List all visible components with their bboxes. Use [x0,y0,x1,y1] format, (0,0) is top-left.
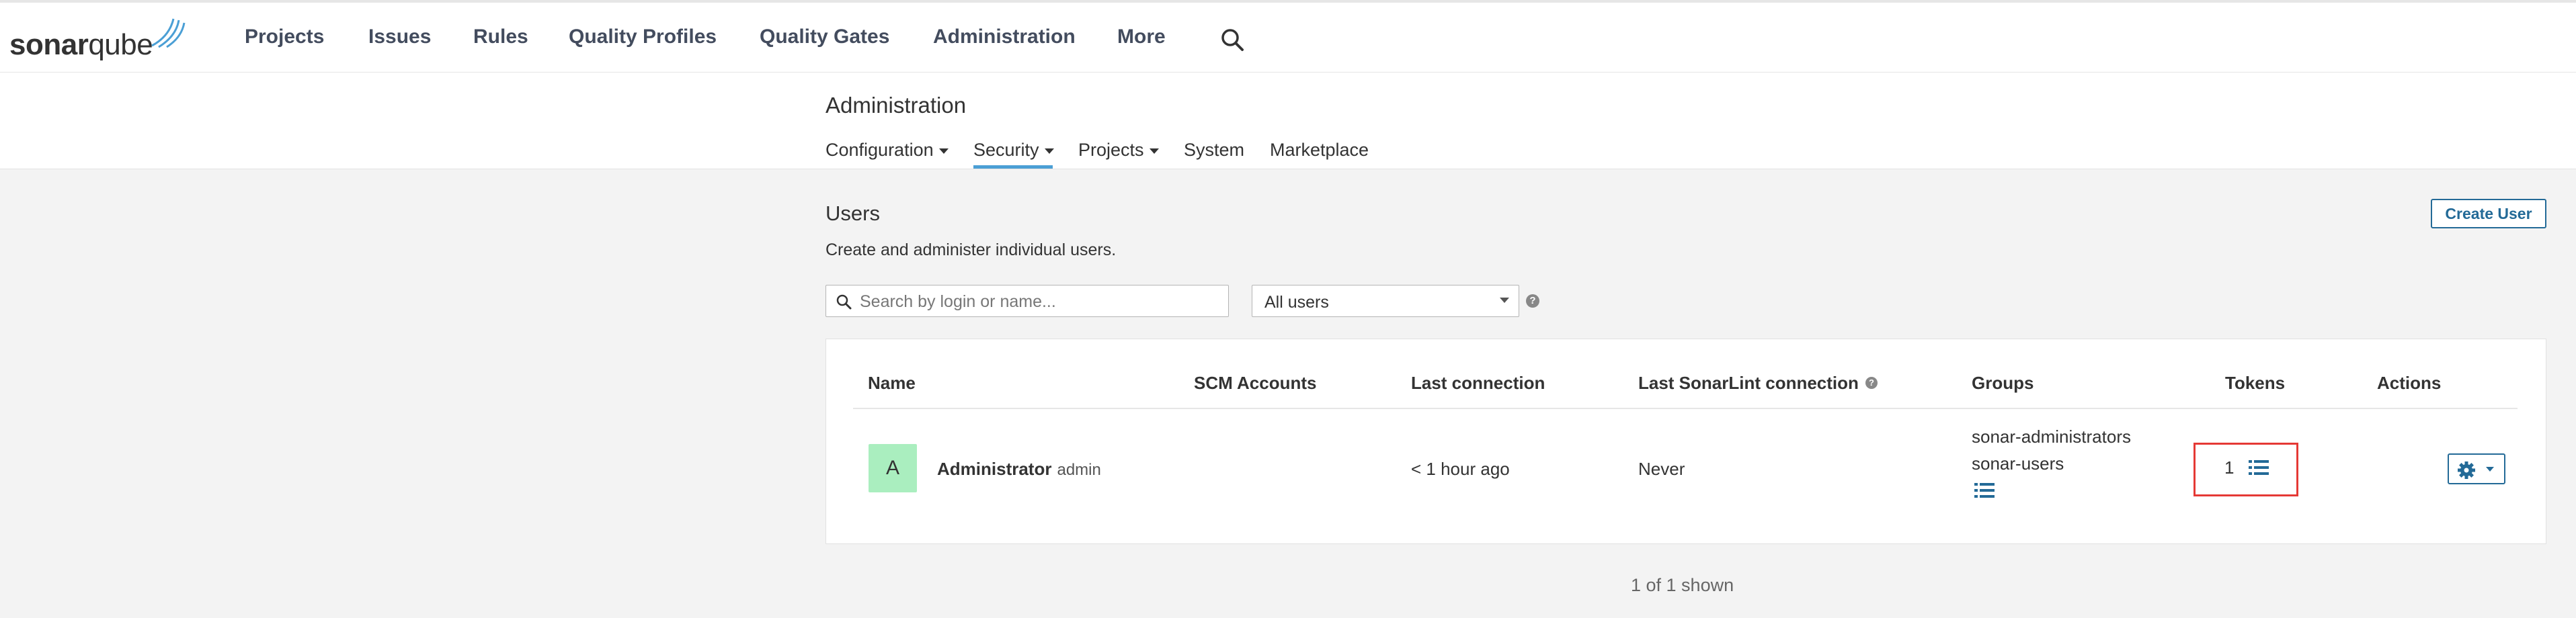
nav-administration[interactable]: Administration [933,26,1076,48]
chevron-down-icon [1500,298,1509,303]
column-header-last-sonarlint: Last SonarLint connection [1638,373,1859,393]
tab-configuration[interactable]: Configuration [826,140,949,161]
column-header-name: Name [868,373,916,393]
nav-more[interactable]: More [1117,26,1166,48]
sonarqube-logo[interactable]: sonarqube [9,16,186,61]
column-header-groups: Groups [1972,373,2034,393]
group-item: sonar-administrators [1972,427,2131,447]
section-description: Create and administer individual users. [826,240,1117,259]
chevron-down-icon [938,148,949,154]
help-icon[interactable]: ? [1526,294,1539,308]
page-title: Administration [826,93,967,118]
gear-icon [2458,461,2475,479]
user-name: Administrator [937,459,1052,479]
logo-waves-icon [151,18,186,48]
last-connection-cell: < 1 hour ago [1411,459,1510,479]
admin-header: Administration Configuration Security Pr… [0,73,2576,169]
tab-system[interactable]: System [1184,140,1244,161]
tab-projects[interactable]: Projects [1078,140,1159,161]
user-login: admin [1057,461,1101,479]
nav-rules[interactable]: Rules [473,26,528,48]
header-divider [853,408,2518,409]
tokens-highlight-box [2193,443,2298,496]
users-table: Name SCM Accounts Last connection Last S… [826,339,2546,544]
column-header-tokens: Tokens [2225,373,2286,393]
tab-security[interactable]: Security [973,140,1054,161]
section-title: Users [826,202,880,225]
user-name-cell: Administrator admin [937,459,1101,480]
column-header-scm-accounts: SCM Accounts [1194,373,1317,393]
nav-projects[interactable]: Projects [245,26,324,48]
column-header-actions: Actions [2377,373,2442,393]
user-filter-select[interactable]: All users [1252,285,1519,317]
nav-quality-gates[interactable]: Quality Gates [760,26,889,48]
chevron-down-icon [2486,467,2494,472]
group-item: sonar-users [1972,453,2064,474]
search-input[interactable] [858,290,1224,314]
search-icon [836,294,852,310]
nav-issues[interactable]: Issues [368,26,431,48]
user-actions-dropdown-button[interactable] [2448,453,2505,484]
filter-selected-value: All users [1264,293,1329,312]
active-tab-indicator [973,165,1053,169]
chevron-down-icon [1149,148,1159,154]
nav-quality-profiles[interactable]: Quality Profiles [569,26,717,48]
top-navbar: sonarqube Projects Issues Rules Quality … [0,0,2576,73]
last-sonarlint-cell: Never [1638,459,1685,479]
avatar: A [869,444,917,492]
search-icon[interactable] [1219,27,1246,54]
logo-wordmark: sonarqube [9,28,153,61]
help-icon[interactable]: ? [1865,377,1878,389]
create-user-button[interactable]: Create User [2431,199,2546,228]
tab-marketplace[interactable]: Marketplace [1270,140,1369,161]
edit-groups-list-icon[interactable] [1974,482,1995,499]
column-header-last-connection: Last connection [1411,373,1545,393]
chevron-down-icon [1044,148,1054,154]
shown-count: 1 of 1 shown [1631,575,1734,595]
user-search-field[interactable] [826,285,1229,317]
